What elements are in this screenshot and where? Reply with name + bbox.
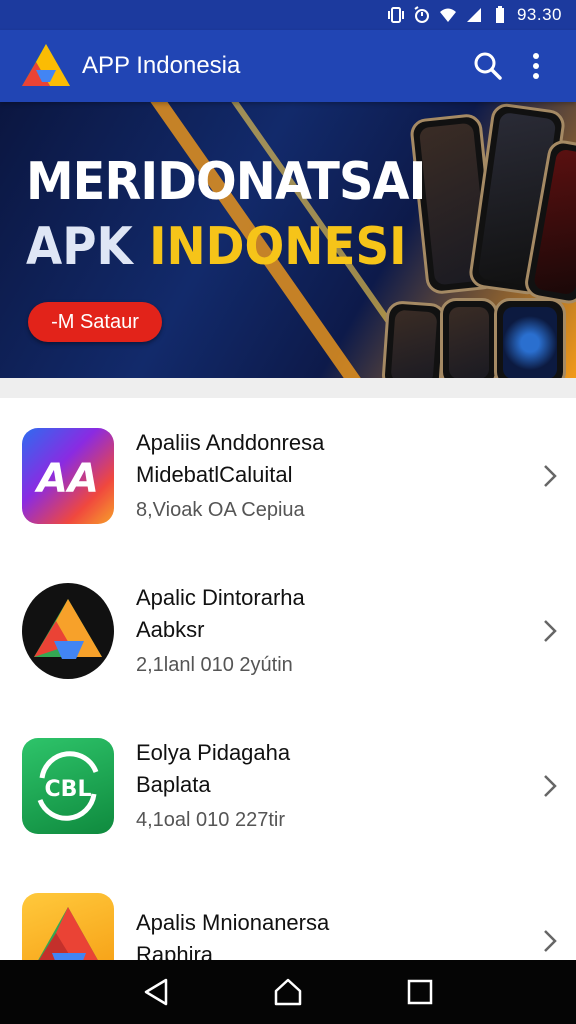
wifi-icon bbox=[439, 8, 456, 22]
app-subtitle: Aabksr bbox=[136, 616, 205, 642]
cbl-logo-icon: CBL bbox=[22, 737, 114, 834]
alarm-icon bbox=[414, 6, 429, 23]
banner-headline: MERIDONATSAI bbox=[26, 152, 426, 212]
banner-subheadline: APK INDONESI bbox=[26, 217, 407, 277]
signal-icon bbox=[466, 8, 481, 22]
status-time: 93.30 bbox=[516, 5, 562, 24]
search-icon bbox=[474, 52, 502, 80]
vibrate-icon bbox=[387, 7, 404, 23]
more-vert-icon bbox=[533, 53, 539, 79]
back-icon bbox=[144, 978, 168, 1006]
chevron-right-icon bbox=[544, 464, 557, 487]
app-logo-icon bbox=[22, 44, 70, 86]
app-bar: APP Indonesia bbox=[0, 30, 576, 102]
chevron-right-icon bbox=[544, 774, 557, 797]
search-button[interactable] bbox=[464, 42, 512, 90]
section-divider bbox=[0, 378, 576, 398]
more-options-button[interactable] bbox=[512, 42, 560, 90]
app-name: Apaliis Anddonresa bbox=[136, 429, 325, 455]
banner-subheadline-part2: INDONESI bbox=[149, 217, 407, 277]
phone-illustration bbox=[440, 298, 498, 378]
banner-cta-button[interactable]: -M Sataur bbox=[28, 302, 162, 342]
app-name: Eolya Pidagaha bbox=[136, 739, 291, 765]
app-name: Apalic Dintorarha bbox=[136, 584, 305, 610]
triangle-logo-icon bbox=[22, 582, 114, 679]
app-title: APP Indonesia bbox=[82, 52, 241, 79]
system-nav-bar bbox=[0, 960, 576, 1024]
app-subtitle: MidebatlCaluital bbox=[136, 461, 293, 487]
chevron-right-icon bbox=[544, 929, 557, 952]
app-list: AA Apaliis Anddonresa MidebatlCaluital 8… bbox=[0, 398, 576, 1018]
app-meta: 2,1lanl 010 2yútin bbox=[136, 653, 293, 676]
app-info: Eolya Pidagaha Baplata 4,1oal 010 227tir bbox=[136, 737, 576, 835]
phone-illustration bbox=[494, 298, 566, 378]
home-icon bbox=[274, 978, 302, 1006]
battery-icon bbox=[495, 6, 504, 23]
app-info: Apalic Dintorarha Aabksr 2,1lanl 010 2yú… bbox=[136, 582, 576, 680]
app-info: Apaliis Anddonresa MidebatlCaluital 8,Vi… bbox=[136, 427, 576, 525]
list-item[interactable]: Apalic Dintorarha Aabksr 2,1lanl 010 2yú… bbox=[0, 553, 576, 708]
recents-button[interactable] bbox=[396, 968, 444, 1016]
app-meta: 4,1oal 010 227tir bbox=[136, 808, 286, 831]
promo-banner[interactable]: MERIDONATSAI APK INDONESI -M Sataur bbox=[0, 102, 576, 378]
chevron-right-icon bbox=[544, 619, 557, 642]
back-button[interactable] bbox=[132, 968, 180, 1016]
phone-illustration bbox=[380, 300, 448, 378]
aa-logo-icon: AA bbox=[22, 427, 114, 524]
home-button[interactable] bbox=[264, 968, 312, 1016]
app-subtitle: Baplata bbox=[136, 771, 211, 797]
recents-icon bbox=[407, 979, 433, 1005]
svg-text:CBL: CBL bbox=[45, 777, 92, 802]
list-item[interactable]: AA Apaliis Anddonresa MidebatlCaluital 8… bbox=[0, 398, 576, 553]
list-item[interactable]: CBL Eolya Pidagaha Baplata 4,1oal 010 22… bbox=[0, 708, 576, 863]
app-meta: 8,Vioak OA Cepiua bbox=[136, 498, 305, 521]
status-bar: 93.30 bbox=[0, 0, 576, 30]
svg-text:AA: AA bbox=[34, 456, 99, 502]
app-name: Apalis Mnionanersa bbox=[136, 909, 330, 935]
banner-subheadline-part1: APK bbox=[26, 217, 150, 277]
